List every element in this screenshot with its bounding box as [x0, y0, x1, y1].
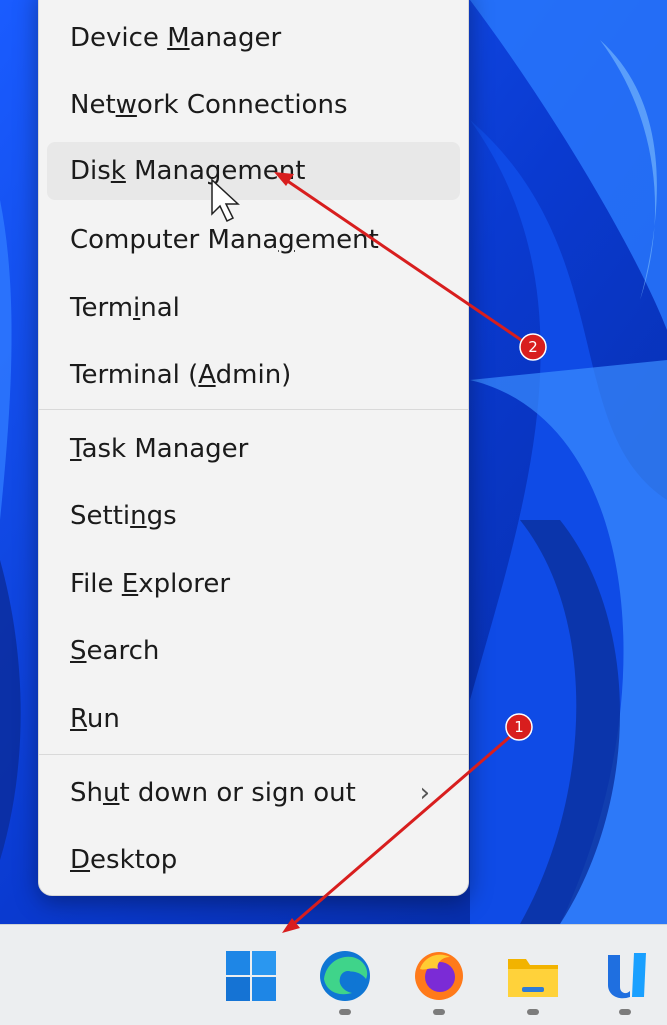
- running-indicator: [527, 1009, 539, 1015]
- app-icon[interactable]: [604, 949, 658, 1003]
- menu-item-label: Search: [70, 636, 160, 666]
- menu-item-label: Disk Management: [70, 156, 306, 186]
- menu-item-label: Terminal: [70, 293, 180, 323]
- menu-item-label: Settings: [70, 501, 177, 531]
- taskbar: [0, 924, 667, 1025]
- menu-item-disk-management[interactable]: Disk Management: [47, 142, 460, 200]
- menu-item-label: Computer Management: [70, 225, 379, 255]
- running-indicator: [433, 1009, 445, 1015]
- running-indicator: [619, 1009, 631, 1015]
- menu-item-label: Shut down or sign out: [70, 778, 356, 808]
- windows-start-icon[interactable]: [224, 949, 278, 1003]
- menu-item-label: Task Manager: [70, 434, 249, 464]
- chevron-right-icon: ›: [419, 778, 430, 808]
- menu-item-search[interactable]: Search: [47, 622, 460, 680]
- winx-context-menu: Device Manager Network Connections Disk …: [38, 0, 469, 896]
- menu-item-label: File Explorer: [70, 569, 231, 599]
- menu-item-settings[interactable]: Settings: [47, 487, 460, 545]
- menu-item-terminal[interactable]: Terminal: [47, 279, 460, 337]
- menu-item-label: Terminal (Admin): [70, 360, 292, 390]
- edge-icon[interactable]: [318, 949, 372, 1003]
- menu-item-task-manager[interactable]: Task Manager: [47, 420, 460, 478]
- menu-item-desktop[interactable]: Desktop: [47, 831, 460, 889]
- menu-separator: [39, 754, 468, 755]
- menu-item-terminal-admin[interactable]: Terminal (Admin): [47, 346, 460, 404]
- menu-item-label: Network Connections: [70, 90, 348, 120]
- menu-item-label: Desktop: [70, 845, 178, 875]
- menu-item-device-manager[interactable]: Device Manager: [47, 9, 460, 67]
- menu-item-shut-down-or-sign-out[interactable]: Shut down or sign out ›: [47, 764, 460, 822]
- firefox-icon[interactable]: [412, 949, 466, 1003]
- running-indicator: [339, 1009, 351, 1015]
- menu-separator: [39, 409, 468, 410]
- file-explorer-icon[interactable]: [506, 949, 560, 1003]
- menu-item-label: Run: [70, 704, 120, 734]
- menu-item-label: Device Manager: [70, 23, 282, 53]
- menu-item-file-explorer[interactable]: File Explorer: [47, 555, 460, 613]
- menu-item-network-connections[interactable]: Network Connections: [47, 76, 460, 134]
- menu-item-computer-management[interactable]: Computer Management: [47, 211, 460, 269]
- menu-item-run[interactable]: Run: [47, 690, 460, 748]
